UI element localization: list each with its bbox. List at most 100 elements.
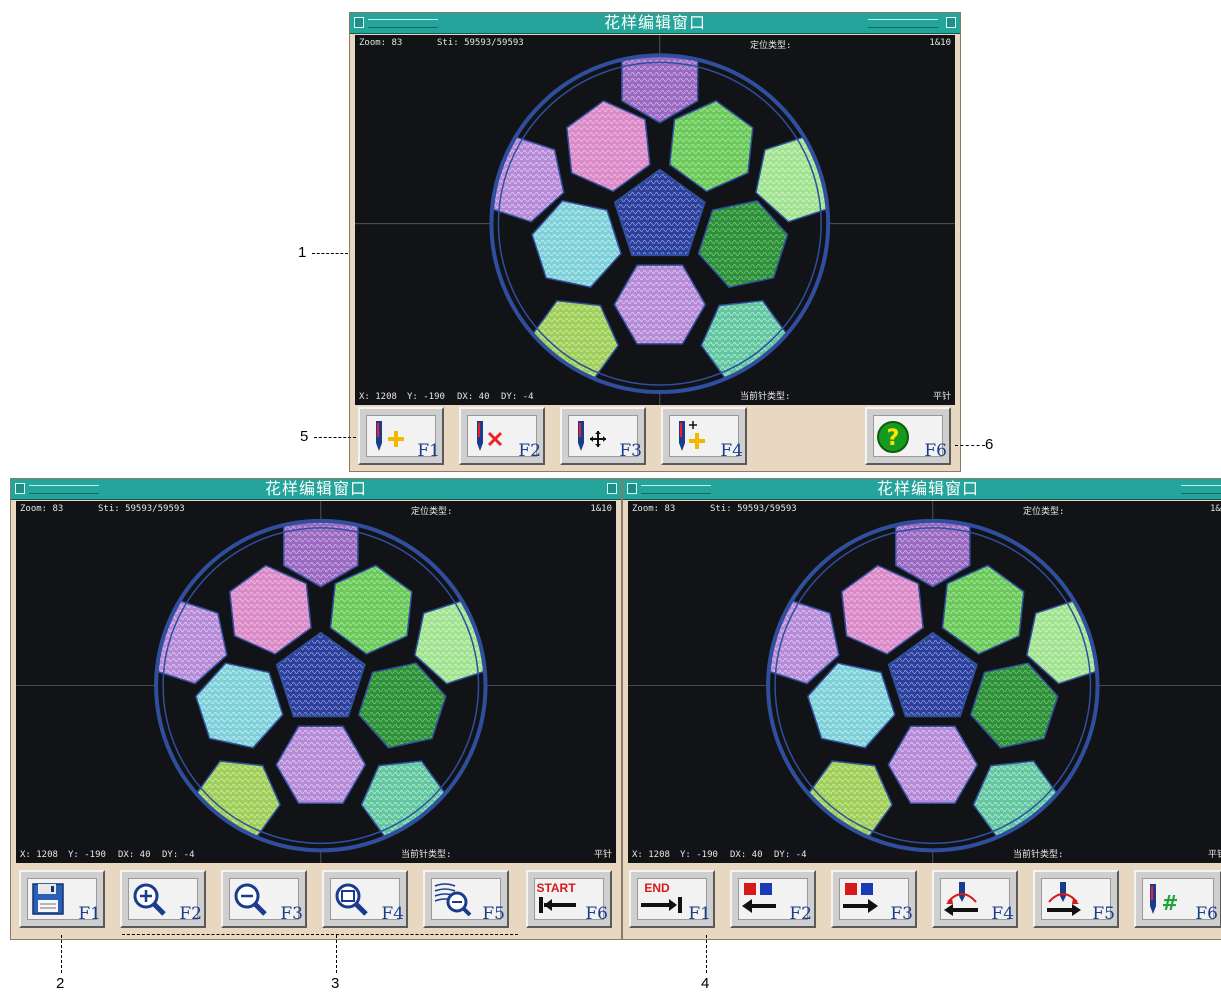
dy-readout: DY: -4 — [774, 850, 807, 860]
pattern-canvas[interactable]: Zoom: 83 Sti: 59593/59593 定位类型: 1&10 X: … — [355, 35, 955, 405]
zoom-out-button[interactable]: F3 — [221, 870, 307, 928]
goto-stitch-number-icon: # — [1150, 884, 1179, 915]
zoom-in-button[interactable]: F2 — [120, 870, 206, 928]
stitch-type-label: 当前针类型: — [740, 392, 791, 402]
next-color-icon — [843, 883, 878, 913]
save-button[interactable]: F1 — [19, 870, 105, 928]
locate-type-label: 定位类型: — [1023, 507, 1065, 517]
function-key-label: F5 — [482, 904, 505, 924]
delete-stitch-button[interactable]: F2 — [459, 407, 545, 465]
function-key-label: F3 — [619, 441, 642, 461]
function-key-label: F2 — [789, 904, 812, 924]
move-stitch-button[interactable]: F3 — [560, 407, 646, 465]
pattern-edit-window-left: 花样编辑窗口 Zoom: 83 Sti: 59593/59593 定位类型: 1… — [10, 478, 622, 940]
x-readout: X: 1208 — [359, 392, 397, 402]
add-move-stitch-icon — [679, 421, 705, 451]
dx-readout: DX: 40 — [118, 850, 151, 860]
window-close-icon[interactable] — [607, 483, 617, 494]
stitch-count-readout: Sti: 59593/59593 — [437, 38, 524, 48]
goto-stitch-number-button[interactable]: # F6 — [1134, 870, 1221, 928]
zoom-fit-button[interactable]: F5 — [423, 870, 509, 928]
function-key-label: F1 — [417, 441, 440, 461]
stitch-type-label: 当前针类型: — [401, 850, 452, 860]
goto-end-icon: END — [641, 881, 682, 913]
function-key-bar: F1 F2 F3 F4 F5 START F6 — [11, 870, 621, 932]
function-key-label: F2 — [179, 904, 202, 924]
dx-readout: DX: 40 — [457, 392, 490, 402]
pattern-preview-icon — [16, 501, 616, 863]
title-bar[interactable]: 花样编辑窗口 — [623, 479, 1221, 500]
stitch-type-value: 平针 — [1208, 850, 1221, 860]
goto-start-icon: START — [536, 881, 576, 913]
function-key-label: F6 — [924, 441, 947, 461]
locate-type-label: 定位类型: — [411, 507, 453, 517]
step-back-icon — [944, 882, 978, 916]
pattern-preview-icon — [628, 501, 1221, 863]
window-title: 花样编辑窗口 — [876, 479, 979, 498]
zoom-out-icon — [234, 883, 267, 916]
stitch-count-readout: Sti: 59593/59593 — [710, 504, 797, 514]
help-button[interactable]: ? F6 — [865, 407, 951, 465]
step-back-button[interactable]: F4 — [932, 870, 1018, 928]
start-label: START — [536, 881, 576, 895]
zoom-readout: Zoom: 83 — [359, 38, 403, 48]
title-bar-stripe — [868, 19, 938, 28]
function-key-label: F6 — [1195, 904, 1218, 924]
step-forward-icon — [1047, 882, 1081, 916]
callout-label: 1 — [298, 244, 307, 261]
add-move-stitch-button[interactable]: F4 — [661, 407, 747, 465]
callout-leader — [61, 935, 62, 973]
function-key-bar: F1 F2 F3 F4 ? F6 — [350, 407, 960, 469]
function-key-label: F4 — [720, 441, 743, 461]
step-forward-button[interactable]: F5 — [1033, 870, 1119, 928]
x-readout: X: 1208 — [20, 850, 58, 860]
window-close-icon[interactable] — [946, 17, 956, 28]
function-key-label: F6 — [585, 904, 608, 924]
zoom-window-icon — [335, 883, 368, 916]
previous-color-icon — [742, 883, 776, 913]
title-bar[interactable]: 花样编辑窗口 — [11, 479, 621, 500]
function-key-bar: END F1 F2 F3 F4 F5 # F6 — [623, 870, 1221, 932]
stitch-type-value: 平针 — [932, 392, 951, 402]
function-key-label: F1 — [688, 904, 711, 924]
ratio-readout: 1&10 — [929, 38, 951, 48]
title-bar[interactable]: 花样编辑窗口 — [350, 13, 960, 34]
move-stitch-icon — [578, 421, 606, 451]
callout-label: 6 — [985, 436, 994, 453]
goto-end-button[interactable]: END F1 — [629, 870, 715, 928]
help-icon: ? — [877, 421, 909, 453]
next-color-button[interactable]: F3 — [831, 870, 917, 928]
goto-start-button[interactable]: START F6 — [526, 870, 612, 928]
svg-text:?: ? — [887, 426, 900, 451]
pattern-canvas[interactable]: Zoom: 83 Sti: 59593/59593 定位类型: 1&10 X: … — [16, 501, 616, 863]
stitch-type-label: 当前针类型: — [1013, 850, 1064, 860]
zoom-readout: Zoom: 83 — [20, 504, 64, 514]
stitch-type-value: 平针 — [593, 850, 612, 860]
delete-stitch-icon — [477, 421, 503, 451]
callout-leader — [955, 445, 985, 446]
pattern-canvas[interactable]: Zoom: 83 Sti: 59593/59593 定位类型: 1&10 X: … — [628, 501, 1221, 863]
dx-readout: DX: 40 — [730, 850, 763, 860]
dy-readout: DY: -4 — [162, 850, 195, 860]
zoom-readout: Zoom: 83 — [632, 504, 676, 514]
zoom-window-button[interactable]: F4 — [322, 870, 408, 928]
locate-type-label: 定位类型: — [750, 41, 792, 51]
previous-color-button[interactable]: F2 — [730, 870, 816, 928]
function-key-label: F4 — [381, 904, 404, 924]
callout-leader — [312, 253, 348, 254]
callout-label: 2 — [56, 975, 65, 992]
ratio-readout: 1&10 — [1210, 504, 1221, 514]
save-disk-icon — [32, 883, 64, 915]
y-readout: Y: -190 — [407, 392, 445, 402]
callout-leader — [706, 935, 707, 973]
dy-readout: DY: -4 — [501, 392, 534, 402]
callout-leader — [336, 935, 337, 973]
insert-stitch-button[interactable]: F1 — [358, 407, 444, 465]
zoom-fit-icon — [434, 883, 472, 917]
callout-leader — [122, 934, 518, 935]
end-label: END — [644, 881, 670, 895]
svg-text:#: # — [1162, 891, 1179, 915]
function-key-label: F3 — [280, 904, 303, 924]
callout-leader — [314, 437, 356, 438]
title-bar-stripe — [1181, 485, 1221, 494]
